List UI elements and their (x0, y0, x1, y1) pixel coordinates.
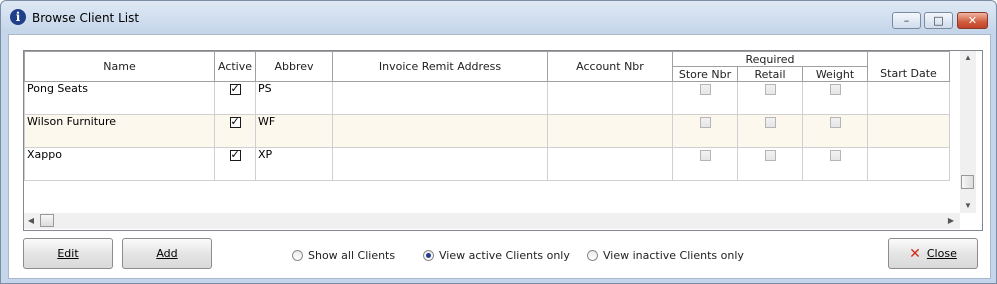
radio-label: Show all Clients (308, 249, 396, 262)
cell-active[interactable] (214, 147, 256, 181)
minimize-button[interactable]: – (892, 12, 921, 29)
radio-icon[interactable] (292, 250, 303, 261)
active-checkbox[interactable] (229, 148, 241, 162)
radio-icon[interactable] (587, 250, 598, 261)
window-close-button[interactable]: ✕ (957, 12, 988, 29)
store-nbr-checkbox (699, 83, 711, 95)
header-required-group: Required (672, 51, 868, 67)
cell-store-nbr (672, 147, 738, 181)
vertical-scrollbar[interactable]: ▲ ▼ (960, 51, 976, 213)
cell-name[interactable]: Wilson Furniture (24, 114, 215, 148)
weight-checkbox (829, 83, 841, 95)
maximize-icon: □ (933, 14, 944, 27)
browse-client-list-window: i Browse Client List – □ ✕ Name Active A… (0, 0, 997, 284)
cell-account-nbr[interactable] (547, 147, 673, 181)
radio-label: View active Clients only (439, 249, 570, 262)
store-nbr-checkbox (699, 116, 711, 128)
active-checkbox[interactable] (229, 82, 241, 96)
add-button[interactable]: Add (122, 238, 212, 269)
cell-invoice-remit-address[interactable] (332, 114, 548, 148)
title-bar[interactable]: i Browse Client List – □ ✕ (1, 1, 996, 35)
radio-show-all-clients[interactable]: Show all Clients (292, 249, 395, 262)
table-row[interactable]: Pong Seats PS (24, 81, 950, 115)
add-label: Add (156, 247, 178, 260)
cell-weight (802, 114, 868, 148)
cell-name[interactable]: Xappo (24, 147, 215, 181)
vertical-scroll-thumb[interactable] (961, 175, 974, 189)
cell-store-nbr (672, 114, 738, 148)
retail-checkbox (764, 83, 776, 95)
close-icon: ✕ (967, 14, 978, 27)
header-account-nbr[interactable]: Account Nbr (547, 51, 673, 82)
red-x-icon: ✕ (909, 246, 921, 262)
cell-start-date[interactable] (867, 81, 950, 115)
cell-active[interactable] (214, 114, 256, 148)
cell-invoice-remit-address[interactable] (332, 147, 548, 181)
cell-abbrev[interactable]: XP (255, 147, 333, 181)
client-grid[interactable]: Name Active Abbrev Invoice Remit Address… (23, 50, 983, 231)
client-area: Name Active Abbrev Invoice Remit Address… (8, 34, 991, 279)
header-weight[interactable]: Weight (802, 66, 868, 82)
cell-invoice-remit-address[interactable] (332, 81, 548, 115)
maximize-button[interactable]: □ (924, 12, 953, 29)
edit-button[interactable]: Edit (23, 238, 113, 269)
header-retail[interactable]: Retail (737, 66, 803, 82)
header-start-date-top (867, 51, 950, 67)
scroll-right-icon[interactable]: ▶ (944, 213, 958, 229)
close-button[interactable]: ✕ Close (888, 238, 978, 269)
scroll-up-icon[interactable]: ▲ (960, 51, 976, 65)
header-active[interactable]: Active (214, 51, 256, 82)
scroll-down-icon[interactable]: ▼ (960, 199, 976, 213)
cell-account-nbr[interactable] (547, 81, 673, 115)
edit-label: Edit (57, 247, 79, 260)
table-row[interactable]: Wilson Furniture WF (24, 114, 950, 148)
client-table: Name Active Abbrev Invoice Remit Address… (24, 51, 950, 181)
store-nbr-checkbox (699, 149, 711, 161)
cell-store-nbr (672, 81, 738, 115)
cell-start-date[interactable] (867, 147, 950, 181)
horizontal-scrollbar[interactable]: ◀ ▶ (24, 213, 960, 229)
cell-retail (737, 114, 803, 148)
cell-retail (737, 81, 803, 115)
cell-name[interactable]: Pong Seats (24, 81, 215, 115)
header-name[interactable]: Name (24, 51, 215, 82)
cell-retail (737, 147, 803, 181)
header-abbrev[interactable]: Abbrev (255, 51, 333, 82)
window-title: Browse Client List (32, 11, 140, 25)
header-start-date[interactable]: Start Date (867, 66, 950, 82)
cell-active[interactable] (214, 81, 256, 115)
cell-abbrev[interactable]: WF (255, 114, 333, 148)
cell-weight (802, 147, 868, 181)
radio-selected-icon[interactable] (423, 250, 434, 261)
info-icon[interactable]: i (10, 9, 26, 25)
scroll-left-icon[interactable]: ◀ (24, 213, 38, 229)
table-row[interactable]: Xappo XP (24, 147, 950, 181)
close-label: Close (926, 247, 957, 260)
minimize-icon: – (903, 14, 910, 27)
horizontal-scroll-thumb[interactable] (40, 214, 54, 227)
radio-view-active-clients[interactable]: View active Clients only (423, 249, 570, 262)
cell-weight (802, 81, 868, 115)
cell-abbrev[interactable]: PS (255, 81, 333, 115)
radio-label: View inactive Clients only (603, 249, 744, 262)
cell-account-nbr[interactable] (547, 114, 673, 148)
active-checkbox[interactable] (229, 115, 241, 129)
retail-checkbox (764, 116, 776, 128)
header-invoice-remit-address[interactable]: Invoice Remit Address (332, 51, 548, 82)
retail-checkbox (764, 149, 776, 161)
cell-start-date[interactable] (867, 114, 950, 148)
weight-checkbox (829, 149, 841, 161)
weight-checkbox (829, 116, 841, 128)
header-store-nbr[interactable]: Store Nbr (672, 66, 738, 82)
radio-view-inactive-clients[interactable]: View inactive Clients only (587, 249, 744, 262)
